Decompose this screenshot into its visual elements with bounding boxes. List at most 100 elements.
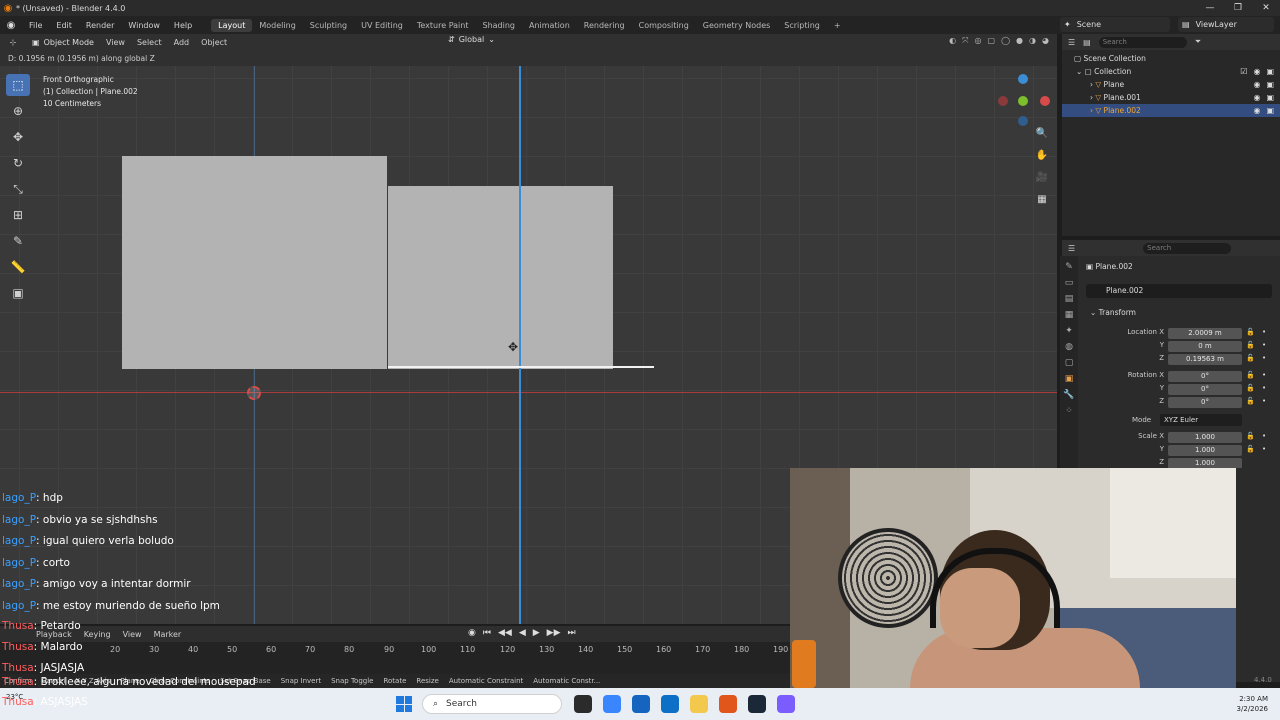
modifier-tab-icon[interactable]: 🔧 — [1063, 390, 1074, 400]
windows-start-icon[interactable] — [396, 696, 412, 712]
keyframe-dot-icon[interactable]: • — [1262, 328, 1266, 336]
camera-restrict-icon[interactable]: ▣ — [1266, 67, 1274, 76]
eye-icon[interactable]: ◉ — [1253, 93, 1260, 102]
menu-marker[interactable]: Marker — [148, 630, 188, 639]
keyframe-dot-icon[interactable]: • — [1262, 397, 1266, 405]
lock-icon[interactable]: 🔓 — [1246, 328, 1255, 336]
file-explorer-icon[interactable] — [690, 695, 708, 713]
collection-tab-icon[interactable]: ▢ — [1065, 358, 1074, 368]
tab-shading[interactable]: Shading — [475, 19, 522, 32]
y-axis-icon[interactable] — [1018, 96, 1028, 106]
lock-icon[interactable]: 🔓 — [1246, 354, 1255, 362]
display-mode-icon[interactable]: ▤ — [1083, 38, 1091, 47]
chevron-down-icon[interactable]: ⌄ — [1076, 67, 1085, 76]
camera-restrict-icon[interactable]: ▣ — [1266, 80, 1274, 89]
scene-selector[interactable]: ✦ Scene — [1060, 17, 1170, 32]
menu-timeline-view[interactable]: View — [117, 630, 148, 639]
menu-add[interactable]: Add — [168, 38, 196, 47]
lock-icon[interactable]: 🔓 — [1246, 341, 1255, 349]
outliner-search-input[interactable]: Search — [1098, 36, 1187, 48]
scale-icon[interactable]: ⤡ — [6, 178, 30, 200]
outliner-row-plane-002[interactable]: › ▽ Plane.002 ◉ ▣ — [1062, 104, 1280, 117]
tab-scripting[interactable]: Scripting — [777, 19, 827, 32]
eye-icon[interactable]: ◉ — [1253, 80, 1260, 89]
next-keyframe-icon[interactable]: ▶▶ — [547, 628, 561, 638]
outliner-row-plane-001[interactable]: › ▽ Plane.001 ◉ ▣ — [1062, 91, 1280, 104]
maximize-button[interactable]: ❐ — [1224, 0, 1252, 16]
menu-view[interactable]: View — [100, 38, 131, 47]
measure-icon[interactable]: 📏 — [6, 256, 30, 278]
jump-start-icon[interactable]: ⏮ — [483, 628, 491, 638]
tab-geometry-nodes[interactable]: Geometry Nodes — [696, 19, 777, 32]
outliner-row-collection[interactable]: ⌄ ▢ Collection ☑ ◉ ▣ — [1062, 65, 1280, 78]
properties-search-input[interactable]: Search — [1143, 242, 1232, 254]
play-icon[interactable]: ▶ — [533, 628, 540, 638]
rendered-shading-icon[interactable]: ◕ — [1042, 36, 1049, 46]
minimize-button[interactable]: — — [1196, 0, 1224, 16]
lock-icon[interactable]: 🔓 — [1246, 445, 1255, 453]
scale-x-field[interactable]: 1.000 — [1168, 432, 1242, 443]
3d-cursor-icon[interactable] — [247, 386, 261, 400]
gizmo-icon[interactable]: ⤧ — [962, 36, 968, 46]
scene-tab-icon[interactable]: ✦ — [1065, 326, 1073, 336]
output-tab-icon[interactable]: ▤ — [1065, 294, 1074, 304]
play-reverse-icon[interactable]: ◀ — [519, 628, 526, 638]
menu-file[interactable]: File — [22, 21, 49, 30]
prev-keyframe-icon[interactable]: ◀◀ — [498, 628, 512, 638]
rotation-z-field[interactable]: 0° — [1168, 397, 1242, 408]
outlook-icon[interactable] — [661, 695, 679, 713]
transform-orientation-dropdown[interactable]: ⇵ Global ⌄ — [448, 35, 495, 44]
annotate-icon[interactable]: ✎ — [6, 230, 30, 252]
location-y-field[interactable]: 0 m — [1168, 341, 1242, 352]
brave-icon[interactable] — [719, 695, 737, 713]
blender-menu-icon[interactable]: ◉ — [0, 20, 22, 31]
neg-z-axis-icon[interactable] — [1018, 116, 1028, 126]
close-button[interactable]: ✕ — [1252, 0, 1280, 16]
properties-editor-icon[interactable]: ☰ — [1068, 244, 1075, 253]
camera-restrict-icon[interactable]: ▣ — [1266, 93, 1274, 102]
tool-tab-icon[interactable]: ✎ — [1065, 262, 1073, 272]
neg-x-axis-icon[interactable] — [998, 96, 1008, 106]
plane-object[interactable] — [122, 156, 387, 369]
solid-shading-icon[interactable]: ● — [1016, 36, 1023, 46]
lock-icon[interactable]: 🔓 — [1246, 432, 1255, 440]
cursor-icon[interactable]: ⊕ — [6, 100, 30, 122]
rotation-mode-dropdown[interactable]: XYZ Euler — [1160, 414, 1242, 426]
menu-select[interactable]: Select — [131, 38, 168, 47]
rotate-icon[interactable]: ↻ — [6, 152, 30, 174]
visibility-icon[interactable]: ◐ — [949, 36, 956, 46]
task-view-icon[interactable] — [574, 695, 592, 713]
tab-layout[interactable]: Layout — [211, 18, 253, 32]
eye-icon[interactable]: ◉ — [1253, 106, 1260, 115]
menu-render[interactable]: Render — [79, 21, 121, 30]
system-clock[interactable]: 2:30 AM 3/2/2026 — [1237, 694, 1268, 714]
keyframe-dot-icon[interactable]: • — [1262, 371, 1266, 379]
tab-sculpting[interactable]: Sculpting — [303, 19, 354, 32]
zoom-icon[interactable]: 🔍 — [1034, 128, 1050, 144]
object-tab-icon[interactable]: ▣ — [1065, 374, 1074, 384]
jump-end-icon[interactable]: ⏭ — [568, 628, 576, 638]
filter-icon[interactable]: ⏷ — [1195, 37, 1201, 47]
menu-window[interactable]: Window — [121, 21, 167, 30]
camera-restrict-icon[interactable]: ▣ — [1266, 106, 1274, 115]
object-mode-dropdown[interactable]: ▣ Object Mode — [26, 38, 100, 47]
location-x-field[interactable]: 2.0009 m — [1168, 328, 1242, 339]
location-z-field[interactable]: 0.19563 m — [1168, 354, 1242, 365]
view-layer-selector[interactable]: ▤ ViewLayer — [1178, 17, 1274, 32]
store-icon[interactable] — [632, 695, 650, 713]
outliner-row-plane[interactable]: › ▽ Plane ◉ ▣ — [1062, 78, 1280, 91]
object-name-field[interactable]: Plane.002 — [1086, 284, 1272, 298]
tab-uv-editing[interactable]: UV Editing — [354, 19, 410, 32]
hand-icon[interactable]: ✋ — [1034, 150, 1050, 166]
world-tab-icon[interactable]: ◍ — [1065, 342, 1073, 352]
view-layer-tab-icon[interactable]: ▦ — [1065, 310, 1074, 320]
navigation-gizmo[interactable] — [996, 72, 1052, 128]
transform-panel-header[interactable]: ⌄ Transform — [1090, 308, 1136, 317]
lock-icon[interactable]: 🔓 — [1246, 397, 1255, 405]
rotation-y-field[interactable]: 0° — [1168, 384, 1242, 395]
menu-edit[interactable]: Edit — [49, 21, 79, 30]
keyframe-dot-icon[interactable]: • — [1262, 354, 1266, 362]
scale-y-field[interactable]: 1.000 — [1168, 445, 1242, 456]
tab-rendering[interactable]: Rendering — [577, 19, 632, 32]
tab-texture-paint[interactable]: Texture Paint — [410, 19, 476, 32]
